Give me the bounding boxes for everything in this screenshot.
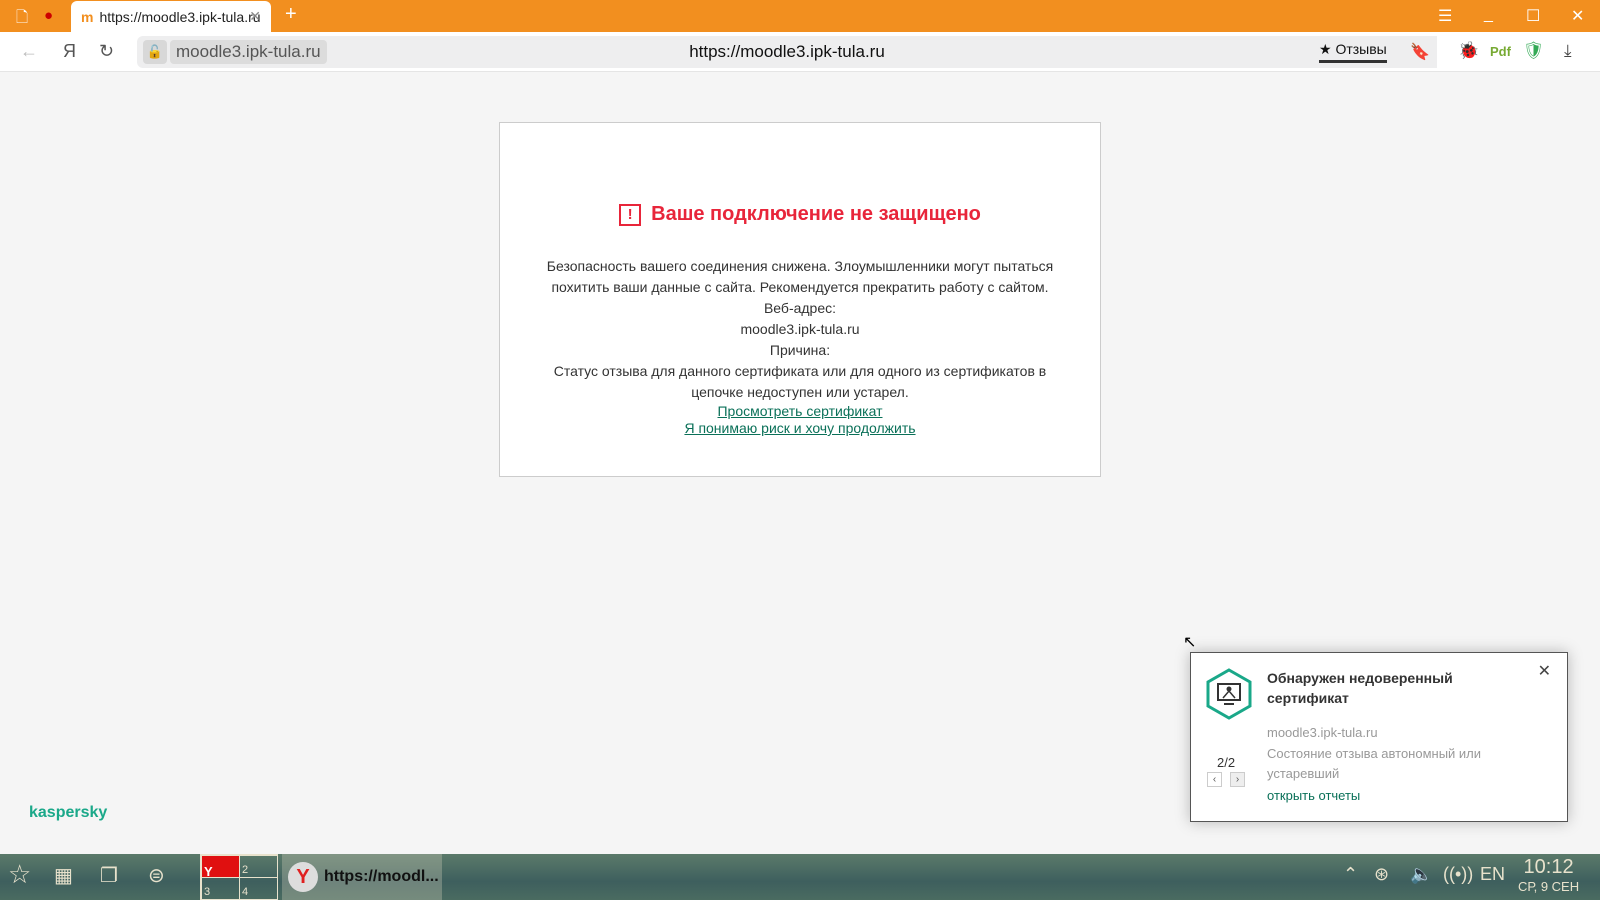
new-tab-button[interactable]: + (285, 3, 297, 26)
description: Безопасность вашего соединения снижена. … (546, 258, 1054, 295)
moodle-icon: m (81, 9, 94, 25)
mouse-cursor: ↖ (1183, 634, 1197, 651)
app-grid-icon[interactable]: ▦ (54, 863, 73, 888)
notification-title: Обнаружен недоверенный сертификат (1267, 670, 1453, 706)
pdf-extension-icon[interactable]: Pdf (1490, 44, 1511, 59)
reload-icon[interactable]: ↻ (99, 41, 114, 62)
maximize-icon[interactable]: ☐ (1526, 6, 1540, 26)
yandex-browser-icon: Y (288, 862, 318, 892)
ladybug-extension-icon[interactable]: 🐞 (1458, 41, 1479, 61)
notification-host: moodle3.ipk-tula.ru (1267, 725, 1378, 740)
usb-icon[interactable]: ⊛ (1374, 864, 1389, 885)
file-manager-icon[interactable]: ⊜ (148, 863, 165, 888)
date: СР, 9 СЕН (1518, 879, 1580, 894)
notification-close-icon[interactable]: ✕ (1538, 661, 1551, 681)
extension-icon[interactable]: ● (44, 7, 53, 24)
volume-icon[interactable]: 🔈 (1410, 864, 1432, 885)
view-certificate-link[interactable]: Просмотреть сертификат (540, 403, 1060, 420)
shield-icon[interactable]: 🛡 (1523, 41, 1545, 61)
reviews-button[interactable]: ★ Отзывы (1319, 41, 1387, 63)
taskbar-browser-task[interactable]: Y https://moodl... (282, 854, 442, 900)
address-bar[interactable]: 🔓 moodle3.ipk-tula.ru https://moodle3.ip… (137, 36, 1437, 68)
kaspersky-logo: kaspersky (29, 804, 108, 821)
notification-pager: 2/2 (1217, 755, 1236, 770)
page-icon[interactable]: 🗋 (16, 7, 28, 32)
desktop-4[interactable]: 4 (239, 877, 278, 900)
desktop-pager: Y 2 3 4 (200, 854, 278, 900)
clock[interactable]: 10:12 СР, 9 СЕН (1518, 856, 1579, 894)
tab-close-icon[interactable]: ✕ (249, 8, 261, 25)
windows-icon[interactable]: ❐ (100, 863, 118, 888)
task-title: https://moodl... (324, 868, 439, 885)
reason-label: Причина: (769, 342, 831, 358)
reason: Статус отзыва для данного сертификата ил… (553, 363, 1047, 400)
address-url[interactable]: https://moodle3.ipk-tula.ru (137, 42, 1437, 62)
notification-popup: Обнаружен недоверенный сертификат ✕ mood… (1190, 652, 1568, 822)
title-text: Ваше подключение не защищено (651, 203, 981, 225)
time: 10:12 (1523, 856, 1574, 878)
bookmark-icon[interactable]: 🔖 (1410, 42, 1430, 62)
desktop-1[interactable]: Y (201, 855, 240, 879)
nav-bar: ← Я ↻ 🔓 moodle3.ipk-tula.ru https://mood… (0, 32, 1600, 72)
start-menu-icon[interactable]: ☆ (8, 859, 31, 890)
error-card: ! Ваше подключение не защищено Безопасно… (499, 122, 1101, 477)
close-window-icon[interactable]: ✕ (1571, 6, 1584, 26)
menu-icon[interactable]: ☰ (1438, 6, 1452, 26)
desktop-3[interactable]: 3 (201, 877, 240, 900)
tray-expand-icon[interactable]: ⌃ (1343, 864, 1358, 885)
back-icon[interactable]: ← (20, 41, 38, 62)
web-address-label: Веб-адрес: (763, 300, 837, 316)
page-title: ! Ваше подключение не защищено (500, 203, 1100, 226)
yandex-button[interactable]: Я (63, 41, 76, 62)
open-reports-link[interactable]: открыть отчеты (1267, 788, 1360, 803)
download-icon[interactable]: ⤓ (1564, 41, 1572, 61)
language-indicator[interactable]: EN (1480, 864, 1505, 885)
web-address: moodle3.ipk-tula.ru (740, 321, 860, 337)
proceed-link[interactable]: Я понимаю риск и хочу продолжить (540, 420, 1060, 437)
desktop-2[interactable]: 2 (239, 855, 278, 878)
certificate-monitor-icon (1206, 668, 1252, 720)
next-notification-button[interactable]: › (1230, 772, 1245, 787)
taskbar: ☆ ▦ ❐ ⊜ Y 2 3 4 Y https://moodl... ⌃ ⊛ 🔈… (0, 854, 1600, 900)
tab-bar: 🗋 ● m https://moodle3.ipk-tula.ru ✕ + ☰ … (0, 0, 1600, 33)
prev-notification-button[interactable]: ‹ (1207, 772, 1222, 787)
notification-message: Состояние отзыва автономный или устаревш… (1267, 746, 1482, 781)
tab-title: https://moodle3.ipk-tula.ru (99, 9, 261, 25)
wireless-icon[interactable]: ((•)) (1443, 864, 1473, 885)
tab-active[interactable]: m https://moodle3.ipk-tula.ru ✕ (71, 1, 271, 33)
warning-icon: ! (619, 203, 642, 226)
minimize-icon[interactable]: _ (1484, 6, 1493, 24)
